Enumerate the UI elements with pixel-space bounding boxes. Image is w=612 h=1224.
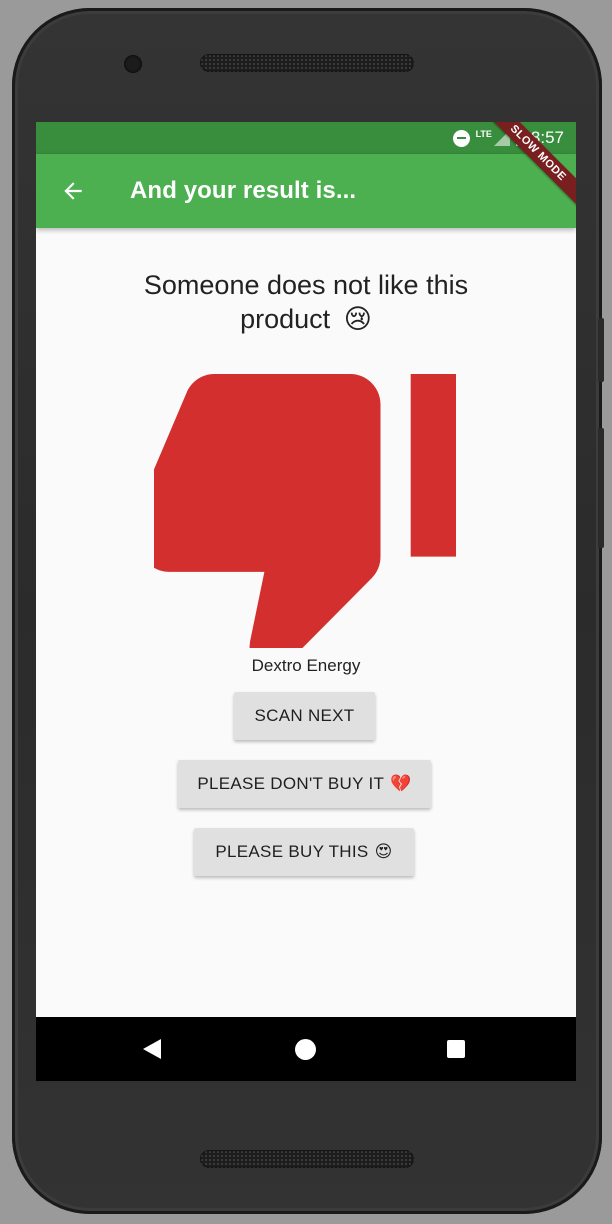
buy-label: PLEASE BUY THIS [215,842,369,861]
result-content: Someone does not like this product 😢 Dex… [36,228,576,1017]
nav-home-icon [294,1038,316,1060]
app-bar-title: And your result is... [130,177,357,204]
phone-frame: LTE ϟ 8:57 SLOW MODE And your result is.… [12,8,604,1214]
heart-eyes-emoji: 😍 [374,842,393,862]
nav-recents-button[interactable] [416,1017,496,1081]
thumb-down-icon [154,374,456,648]
do-not-disturb-icon [452,129,470,147]
bottom-speaker-grille [200,1150,414,1168]
result-message: Someone does not like this product [143,270,469,334]
buy-button[interactable]: PLEASE BUY THIS 😍 [194,828,414,876]
nav-home-button[interactable] [265,1017,345,1081]
nav-recents-icon [447,1040,465,1058]
dont-buy-button[interactable]: PLEASE DON'T BUY IT 💔 [178,760,431,808]
broken-heart-emoji: 💔 [390,774,412,794]
system-nav-bar [36,1017,576,1081]
dont-buy-label: PLEASE DON'T BUY IT [197,774,385,793]
product-name: Dextro Energy [251,656,361,675]
front-camera [124,55,142,73]
crying-face-emoji: 😢 [343,304,372,335]
arrow-back-icon[interactable] [60,178,86,204]
app-bar: And your result is... [36,154,576,228]
top-speaker-grille [200,54,414,72]
result-heading: Someone does not like this product 😢 [96,268,516,337]
scan-next-button[interactable]: SCAN NEXT [234,692,375,740]
network-type-label: LTE [475,129,492,139]
device-screen: LTE ϟ 8:57 SLOW MODE And your result is.… [36,122,576,1081]
power-button [598,318,604,382]
volume-button [598,428,604,548]
nav-back-button[interactable] [112,1017,192,1081]
nav-back-icon [143,1039,161,1059]
scan-next-label: SCAN NEXT [254,706,355,725]
status-bar: LTE ϟ 8:57 [36,122,576,154]
